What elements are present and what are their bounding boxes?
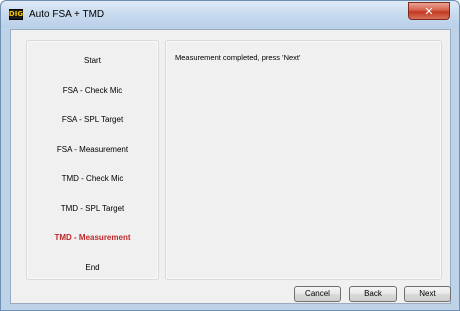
step-tmd-check-mic: TMD - Check Mic	[61, 174, 124, 183]
step-tmd-measurement: TMD - Measurement	[54, 233, 131, 242]
step-fsa-spl-target: FSA - SPL Target	[61, 115, 124, 124]
app-logo-icon: DIG	[9, 9, 23, 20]
close-icon: ✕	[424, 4, 434, 18]
step-fsa-measurement: FSA - Measurement	[56, 145, 129, 154]
content-panel: Measurement completed, press 'Next'	[165, 40, 442, 280]
next-button[interactable]: Next	[404, 286, 451, 302]
close-button[interactable]: ✕	[408, 2, 450, 20]
step-fsa-check-mic: FSA - Check Mic	[62, 86, 123, 95]
title-bar[interactable]: DIG Auto FSA + TMD ✕	[1, 1, 459, 28]
dialog-window: DIG Auto FSA + TMD ✕ Start FSA - Check M…	[0, 0, 460, 311]
step-end: End	[85, 263, 100, 272]
steps-panel: Start FSA - Check Mic FSA - SPL Target F…	[26, 40, 159, 280]
step-start: Start	[84, 56, 101, 65]
app-logo-label: DIG	[8, 10, 24, 18]
status-message: Measurement completed, press 'Next'	[175, 53, 301, 62]
cancel-button[interactable]: Cancel	[294, 286, 341, 302]
window-title: Auto FSA + TMD	[29, 9, 105, 20]
dialog-client-area: Start FSA - Check Mic FSA - SPL Target F…	[10, 29, 451, 304]
step-tmd-spl-target: TMD - SPL Target	[60, 204, 125, 213]
back-button[interactable]: Back	[349, 286, 397, 302]
